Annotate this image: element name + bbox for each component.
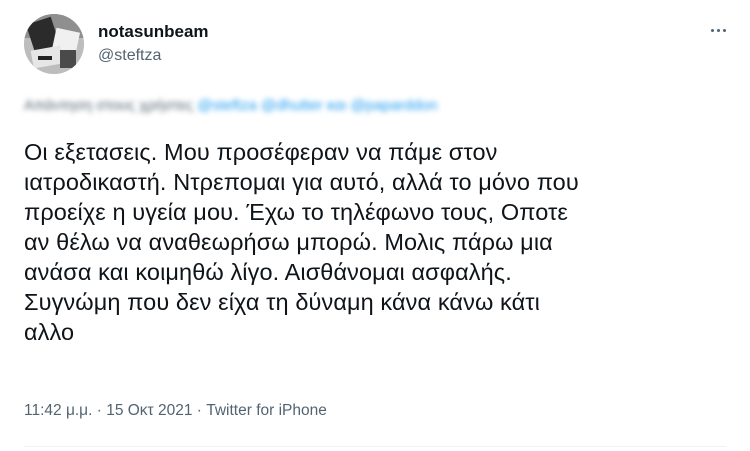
tweet-time[interactable]: 11:42 μ.μ. xyxy=(24,402,92,419)
divider xyxy=(24,446,726,447)
tweet-source[interactable]: Twitter for iPhone xyxy=(206,402,327,419)
avatar-image xyxy=(24,14,84,74)
tweet-date[interactable]: 15 Οκτ 2021 xyxy=(106,402,192,419)
author-handle[interactable]: @steftza xyxy=(98,47,161,65)
tweet-card: notasunbeam @steftza Απάντηση στους χρήσ… xyxy=(0,0,750,451)
reply-prefix: Απάντηση στους χρήστες xyxy=(24,97,194,114)
tweet-text: Οι εξετασεις. Μου προσέφεραν να πάμε στο… xyxy=(24,139,579,345)
reply-context: Απάντηση στους χρήστες @steftza @dhutter… xyxy=(24,97,437,114)
author-name[interactable]: notasunbeam xyxy=(98,22,209,42)
tweet-metadata: 11:42 μ.μ. · 15 Οκτ 2021 · Twitter for i… xyxy=(24,402,327,420)
more-dot xyxy=(716,28,720,32)
meta-separator: · xyxy=(92,402,107,419)
more-dot xyxy=(710,28,714,32)
avatar[interactable] xyxy=(24,14,84,74)
meta-separator: · xyxy=(192,402,207,419)
more-options-icon[interactable] xyxy=(706,20,730,40)
reply-mentions[interactable]: @steftza @dhutter και @paparddon xyxy=(197,97,437,114)
more-dot xyxy=(722,28,726,32)
